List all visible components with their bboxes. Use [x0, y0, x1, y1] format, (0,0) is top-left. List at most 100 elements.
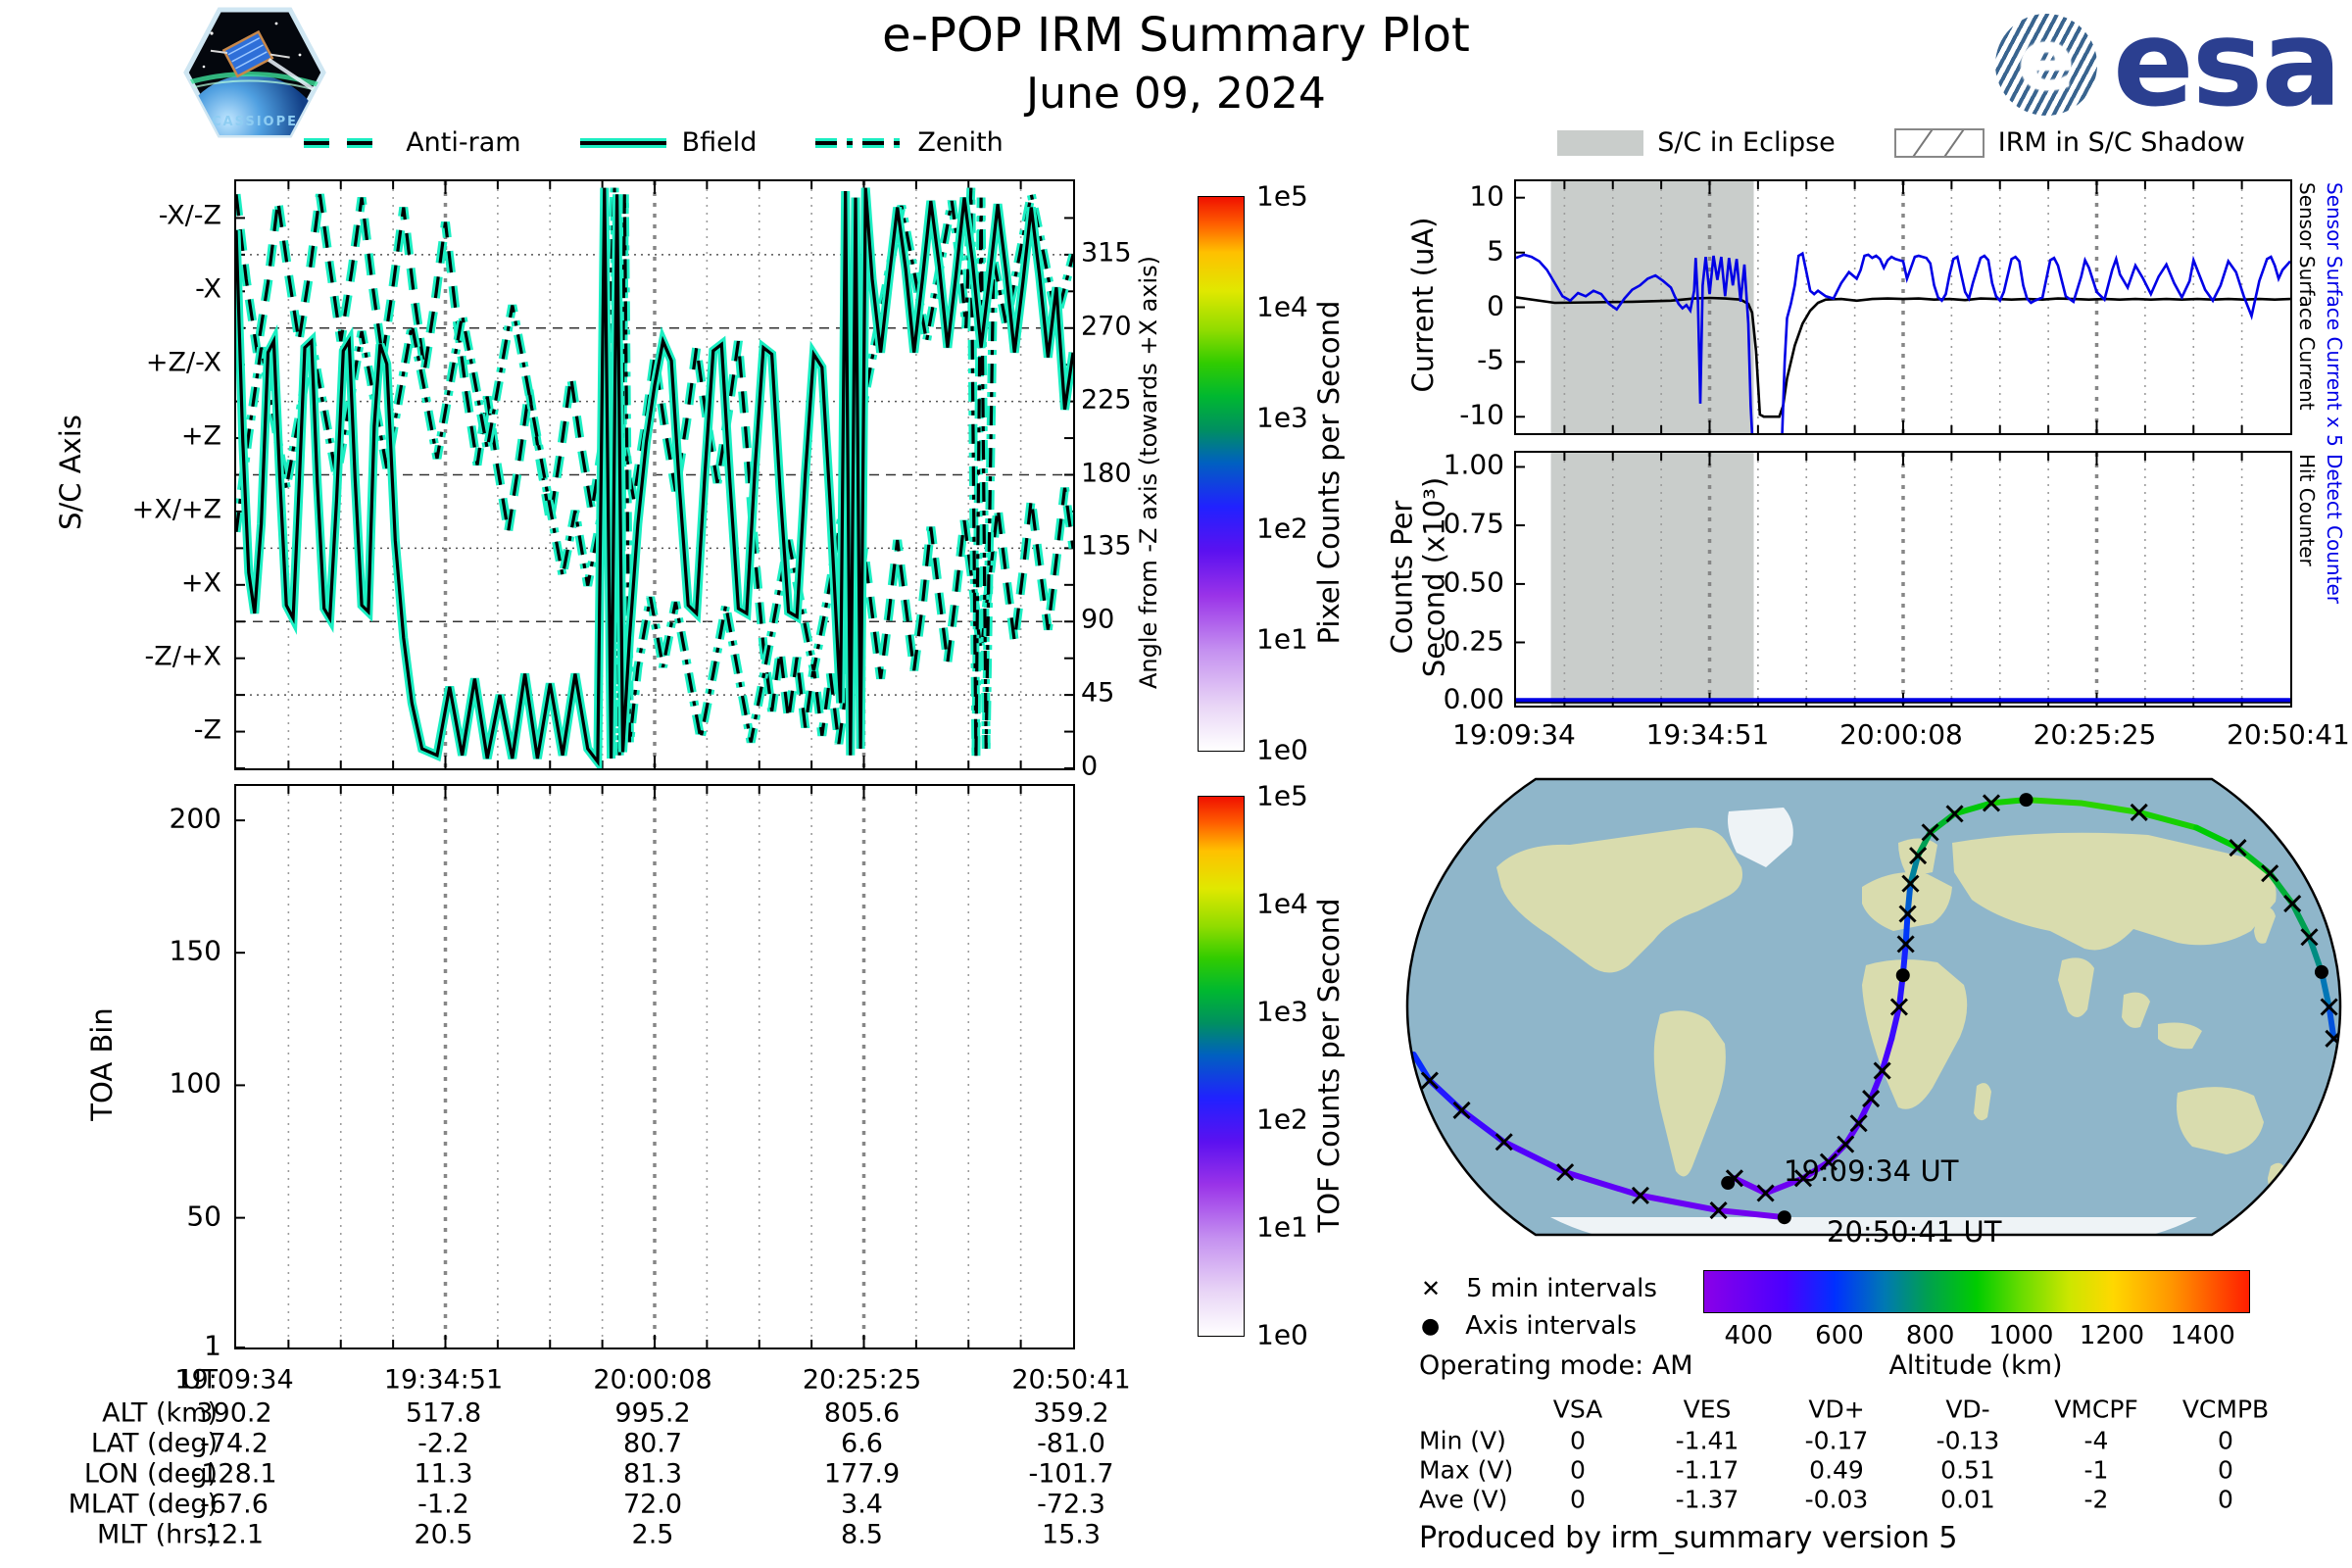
table-row-label: LAT (deg)	[90, 1428, 218, 1459]
tick-label: 50	[186, 1200, 221, 1233]
voltage-row-label: Max (V)	[1419, 1455, 1514, 1485]
time-tick-label: 19:09:34	[1452, 718, 1576, 751]
ground-track-map: 19:09:34 UT 20:50:41 UT	[1403, 774, 2344, 1249]
eclipse-legend: S/C in Eclipse IRM in S/C Shadow	[1514, 127, 2288, 158]
current-panel	[1514, 179, 2292, 452]
toa-panel	[234, 784, 1075, 1349]
produced-by: Produced by irm_summary version 5	[1419, 1521, 1958, 1555]
colorbar-tick-label: 1e2	[1256, 1102, 1308, 1136]
voltage-column-header: VCMPB	[2181, 1395, 2270, 1424]
table-row-label: MLAT (deg)	[68, 1489, 218, 1520]
tick-label: 10	[1469, 179, 1504, 213]
voltage-cell: 0	[2218, 1485, 2233, 1514]
pixel-colorbar-label: Pixel Counts per Second	[1312, 300, 1346, 645]
tick-label: -Z/+X	[144, 641, 221, 672]
toa-plot	[236, 786, 1022, 1348]
current-right-label-blue: Sensor Surface Current x 5	[2323, 182, 2346, 447]
voltage-cell: -0.17	[1804, 1426, 1869, 1455]
esa-e-glyph: e	[2017, 12, 2076, 110]
altitude-tick-label: 600	[1815, 1321, 1864, 1350]
tof-colorbar	[1198, 796, 1245, 1337]
colorbar-tick-label: 1e1	[1256, 622, 1308, 656]
altitude-tick-label: 1400	[2170, 1321, 2235, 1350]
current-plot	[1515, 181, 2291, 452]
voltage-cell: -4	[2083, 1426, 2109, 1455]
counts-panel	[1514, 451, 2292, 708]
counts-plot	[1516, 453, 2290, 706]
colorbar-tick-label: 1e1	[1256, 1210, 1308, 1244]
table-cell: -72.3	[1037, 1489, 1105, 1520]
table-cell: 19:09:34	[174, 1364, 294, 1396]
attitude-plot	[231, 181, 1078, 775]
table-cell: 359.2	[1033, 1397, 1109, 1429]
tick-label: 200	[169, 802, 221, 835]
altitude-tick-label: 1000	[1988, 1321, 2054, 1350]
x-marker-icon: ✕	[1421, 1275, 1442, 1302]
table-cell: -2.2	[417, 1428, 469, 1459]
esa-logo: e esa	[1995, 4, 2348, 123]
voltage-cell: 0.01	[1940, 1485, 1995, 1514]
altitude-tick-label: 400	[1724, 1321, 1774, 1350]
table-cell: -128.1	[191, 1458, 277, 1490]
table-cell: 11.3	[414, 1458, 473, 1490]
current-right-label-black: Sensor Surface Current	[2295, 182, 2319, 411]
altitude-colorbar-label: Altitude (km)	[1888, 1350, 2063, 1381]
tick-label: +X/+Z	[131, 494, 221, 525]
voltage-row-label: Min (V)	[1419, 1426, 1506, 1455]
tick-label: 0.00	[1443, 682, 1504, 715]
summary-plot-page: CASSIOPE e-POP IRM Summary Plot June 09,…	[0, 0, 2352, 1568]
table-cell: 20:00:08	[593, 1364, 712, 1396]
voltage-cell: 0	[1570, 1426, 1586, 1455]
legend-label: Bfield	[681, 127, 758, 158]
colorbar-tick-label: 1e4	[1256, 290, 1308, 323]
map-start-time-label: 19:09:34 UT	[1784, 1154, 1959, 1188]
attitude-ylabel: S/C Axis	[54, 415, 87, 530]
table-cell: 12.1	[204, 1519, 265, 1550]
toa-ylabel: TOA Bin	[85, 1007, 119, 1121]
map-end-time-label: 20:50:41 UT	[1827, 1215, 2002, 1249]
tick-label: 1	[204, 1329, 221, 1362]
colorbar-tick-label: 1e4	[1256, 887, 1308, 920]
legend-item-zenith: Zenith	[813, 127, 1004, 158]
legend-label: IRM in S/C Shadow	[1997, 127, 2245, 158]
voltage-column-header: VMCPF	[2054, 1395, 2138, 1424]
tick-label: +X	[180, 567, 221, 599]
table-row-label: MLT (hrs)	[96, 1519, 218, 1550]
table-cell: -74.2	[200, 1428, 269, 1459]
zenith-line-sample	[815, 137, 903, 148]
table-row-label: ALT (km)	[102, 1397, 218, 1429]
tick-label: -10	[1459, 398, 1504, 431]
legend-label: Anti-ram	[406, 127, 521, 158]
table-cell: 8.5	[841, 1519, 883, 1550]
table-row-label: LON (deg)	[83, 1458, 218, 1490]
x-marker-label: 5 min intervals	[1466, 1274, 1657, 1303]
voltage-cell: 0	[1570, 1455, 1586, 1485]
voltage-cell: -1.37	[1675, 1485, 1740, 1514]
table-cell: 20:25:25	[802, 1364, 922, 1396]
table-cell: 6.6	[841, 1428, 883, 1459]
table-cell: 15.3	[1041, 1519, 1102, 1550]
pixel-colorbar	[1198, 196, 1245, 752]
colorbar-tick-label: 1e2	[1256, 512, 1308, 545]
voltage-column-header: VD+	[1808, 1395, 1865, 1424]
voltage-cell: -1	[2083, 1455, 2109, 1485]
colorbar-tick-label: 1e0	[1256, 733, 1308, 766]
voltage-column-header: VES	[1683, 1395, 1732, 1424]
map-marker-legend: ✕ 5 min intervals ● Axis intervals	[1421, 1270, 1657, 1345]
legend-item-antiram: Anti-ram	[302, 127, 521, 158]
table-cell: -67.6	[200, 1489, 269, 1520]
attitude-legend: Anti-ram Bfield Zenith	[234, 127, 1071, 158]
tick-label: 150	[169, 934, 221, 967]
current-ylabel: Current (uA)	[1406, 217, 1440, 393]
colorbar-tick-label: 1e3	[1256, 401, 1308, 434]
tick-label: -X/-Z	[158, 200, 221, 231]
altitude-colorbar	[1703, 1270, 2250, 1313]
eclipse-swatch	[1557, 129, 1644, 156]
esa-wordmark: esa	[2113, 0, 2342, 133]
table-cell: 72.0	[622, 1489, 683, 1520]
colorbar-tick-label: 1e0	[1256, 1318, 1308, 1351]
colorbar-tick-label: 1e5	[1256, 179, 1308, 213]
table-cell: 81.3	[622, 1458, 683, 1490]
voltage-cell: -2	[2083, 1485, 2109, 1514]
operating-mode: Operating mode: AM	[1419, 1350, 1693, 1381]
